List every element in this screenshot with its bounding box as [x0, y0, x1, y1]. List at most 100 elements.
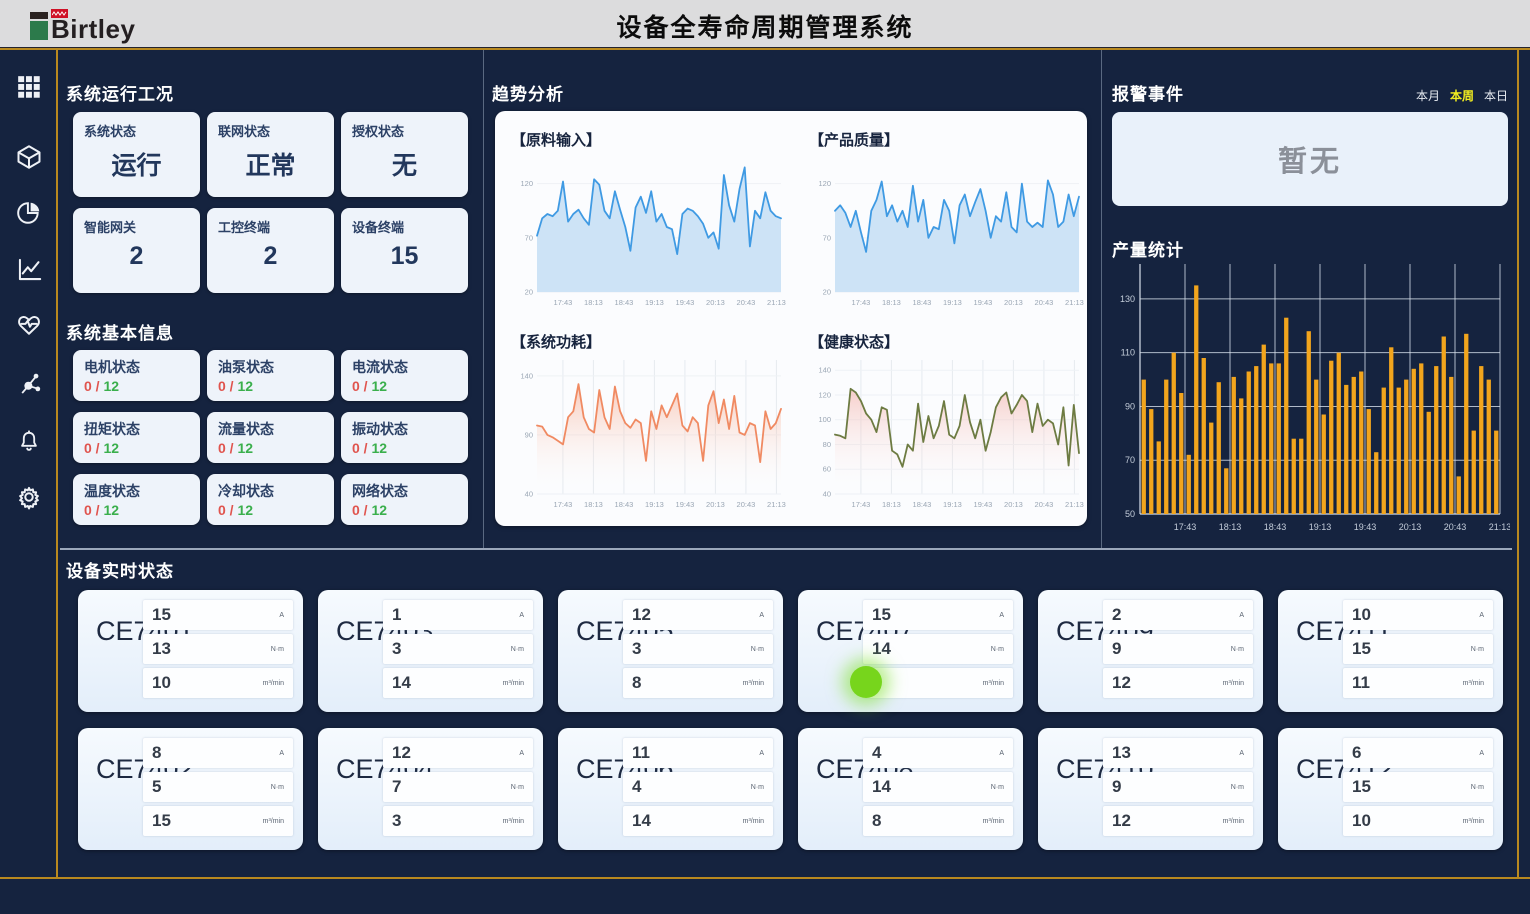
info-card-count: 0 / 12: [218, 378, 323, 394]
status-card[interactable]: 联网状态 正常: [207, 112, 334, 197]
svg-text:17:43: 17:43: [852, 500, 871, 509]
svg-text:70: 70: [1125, 455, 1135, 465]
info-card-label: 网络状态: [352, 481, 457, 501]
chart-title: 【系统功耗】: [511, 331, 789, 352]
info-card[interactable]: 流量状态 0 / 12: [207, 412, 334, 463]
metric-unit: N·m: [991, 784, 1004, 791]
svg-text:120: 120: [520, 179, 533, 188]
device-card[interactable]: CE7408 4 A 14 N·m 8 m³/min: [798, 728, 1023, 850]
svg-text:18:13: 18:13: [882, 500, 901, 509]
svg-text:19:13: 19:13: [1309, 522, 1332, 532]
svg-text:18:13: 18:13: [882, 298, 901, 307]
health-line-chart: 40608010012014017:4318:1318:4319:1319:43…: [809, 354, 1087, 512]
metric-unit: m³/min: [263, 818, 284, 825]
metric-value: 4: [872, 743, 881, 763]
device-card[interactable]: CE7402 8 A 5 N·m 15 m³/min: [78, 728, 303, 850]
status-card-label: 设备终端: [352, 217, 457, 236]
alarm-title: 报警事件: [1112, 80, 1184, 105]
metric-unit: N·m: [511, 784, 524, 791]
info-card[interactable]: 温度状态 0 / 12: [73, 474, 200, 525]
device-card[interactable]: CE7403 1 A 3 N·m 14 m³/min: [318, 590, 543, 712]
device-metrics: 13 A 9 N·m 12 m³/min: [1103, 738, 1253, 840]
device-metrics: 1 A 3 N·m 14 m³/min: [383, 600, 533, 702]
metric-value: 11: [1352, 673, 1370, 693]
device-metric-row: 3 N·m: [383, 634, 533, 664]
metric-value: 15: [872, 605, 891, 625]
header-divider: [0, 48, 1530, 50]
info-card[interactable]: 扭矩状态 0 / 12: [73, 412, 200, 463]
metric-value: 10: [152, 673, 171, 693]
line-chart-icon[interactable]: [14, 254, 44, 284]
alarm-tab-本日[interactable]: 本日: [1484, 89, 1508, 103]
status-card[interactable]: 设备终端 15: [341, 208, 468, 293]
metric-value: 9: [1112, 777, 1121, 797]
chart-title: 【产品质量】: [809, 129, 1087, 150]
svg-text:19:13: 19:13: [645, 500, 664, 509]
device-metric-row: 15 N·m: [1343, 634, 1493, 664]
info-card[interactable]: 电流状态 0 / 12: [341, 350, 468, 401]
svg-text:130: 130: [1120, 294, 1135, 304]
metric-unit: A: [759, 612, 764, 619]
svg-text:18:13: 18:13: [584, 500, 603, 509]
svg-text:19:13: 19:13: [943, 298, 962, 307]
info-card[interactable]: 振动状态 0 / 12: [341, 412, 468, 463]
status-card[interactable]: 系统状态 运行: [73, 112, 200, 197]
metric-value: 14: [872, 777, 891, 797]
health-monitor-icon[interactable]: [14, 310, 44, 340]
device-card[interactable]: CE7404 12 A 7 N·m 3 m³/min: [318, 728, 543, 850]
device-card[interactable]: CE7405 12 A 3 N·m 8 m³/min: [558, 590, 783, 712]
device-metric-row: 14 m³/min: [623, 806, 773, 836]
status-card[interactable]: 授权状态 无: [341, 112, 468, 197]
device-metric-row: 10 A: [1343, 600, 1493, 630]
device-metrics: 4 A 14 N·m 8 m³/min: [863, 738, 1013, 840]
molecule-icon[interactable]: [14, 368, 44, 398]
alarm-tab-本月[interactable]: 本月: [1416, 89, 1440, 103]
device-metric-row: 12 m³/min: [1103, 806, 1253, 836]
device-metric-row: 11 m³/min: [1343, 668, 1493, 698]
info-card[interactable]: 电机状态 0 / 12: [73, 350, 200, 401]
device-metric-row: 4 A: [863, 738, 1013, 768]
metric-unit: m³/min: [983, 818, 1004, 825]
notification-bell-icon[interactable]: [14, 426, 44, 456]
cube-3d-icon[interactable]: [14, 142, 44, 172]
metric-unit: m³/min: [263, 680, 284, 687]
device-card[interactable]: CE7410 13 A 9 N·m 12 m³/min: [1038, 728, 1263, 850]
svg-text:50: 50: [1125, 509, 1135, 519]
alarm-tab-本周[interactable]: 本周: [1450, 89, 1474, 103]
status-card-label: 联网状态: [218, 121, 323, 140]
device-metrics: 2 A 9 N·m 12 m³/min: [1103, 600, 1253, 702]
info-card[interactable]: 油泵状态 0 / 12: [207, 350, 334, 401]
status-card-value: 2: [218, 242, 323, 271]
device-card[interactable]: CE7407 15 A 14 N·m 3 m³/min: [798, 590, 1023, 712]
settings-gear-icon[interactable]: [14, 482, 44, 512]
pie-chart-icon[interactable]: [14, 198, 44, 228]
device-metric-row: 10 m³/min: [143, 668, 293, 698]
info-card-count: 0 / 12: [352, 502, 457, 518]
svg-text:18:43: 18:43: [615, 298, 634, 307]
device-card[interactable]: CE7401 15 A 13 N·m 10 m³/min: [78, 590, 303, 712]
metric-unit: A: [1479, 750, 1484, 757]
info-card[interactable]: 网络状态 0 / 12: [341, 474, 468, 525]
metric-value: 3: [392, 811, 401, 831]
device-card[interactable]: CE7411 10 A 15 N·m 11 m³/min: [1278, 590, 1503, 712]
svg-text:18:43: 18:43: [913, 298, 932, 307]
device-card[interactable]: CE7409 2 A 9 N·m 12 m³/min: [1038, 590, 1263, 712]
section-divider: [60, 548, 1512, 550]
svg-text:90: 90: [1125, 401, 1135, 411]
info-card[interactable]: 冷却状态 0 / 12: [207, 474, 334, 525]
device-metrics: 15 A 14 N·m 3 m³/min: [863, 600, 1013, 702]
apps-grid-icon[interactable]: [14, 72, 44, 102]
status-card-value: 运行: [84, 146, 189, 182]
page-title: 设备全寿命周期管理系统: [0, 8, 1530, 44]
device-card[interactable]: CE7406 11 A 4 N·m 14 m³/min: [558, 728, 783, 850]
device-card[interactable]: CE7412 6 A 15 N·m 10 m³/min: [1278, 728, 1503, 850]
svg-text:40: 40: [823, 489, 831, 498]
product-quality-line-chart: 207012017:4318:1318:4319:1319:4320:1320:…: [809, 152, 1087, 310]
svg-text:80: 80: [823, 439, 831, 448]
info-card-label: 油泵状态: [218, 357, 323, 377]
svg-text:20:43: 20:43: [1444, 522, 1467, 532]
svg-text:19:43: 19:43: [676, 500, 695, 509]
status-card[interactable]: 智能网关 2: [73, 208, 200, 293]
status-card[interactable]: 工控终端 2: [207, 208, 334, 293]
metric-value: 15: [152, 811, 171, 831]
